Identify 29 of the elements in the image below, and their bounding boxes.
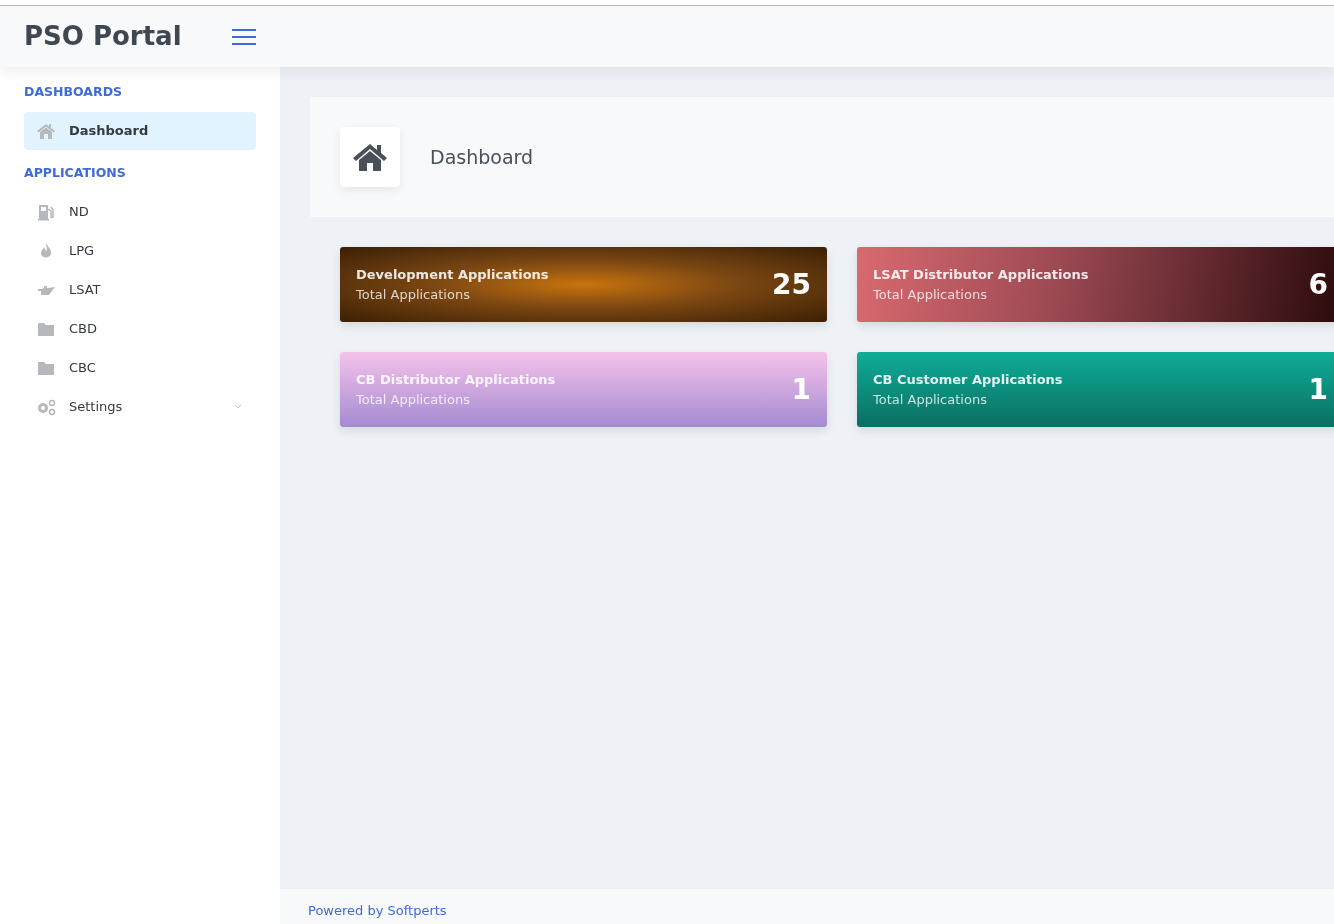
- card-title: LSAT Distributor Applications: [873, 266, 1089, 284]
- sidebar-item[interactable]: CBC: [24, 348, 256, 387]
- sidebar-heading: DASHBOARDS: [24, 83, 123, 101]
- card-title: CB Distributor Applications: [356, 371, 556, 389]
- sidebar-item[interactable]: Dashboard: [24, 111, 256, 150]
- card-count: 6: [1308, 266, 1328, 303]
- fuel-pump-icon: [36, 202, 56, 221]
- card-count: 1: [1308, 371, 1328, 408]
- brand-title: PSO Portal: [23, 20, 183, 53]
- footer-link[interactable]: Powered by Softperts: [308, 903, 447, 918]
- gears-icon: [36, 397, 56, 416]
- card-title: Development Applications: [356, 266, 549, 284]
- sidebar-item[interactable]: LSAT: [24, 270, 256, 309]
- card-subtitle: Total Applications: [356, 390, 471, 409]
- sidebar-item[interactable]: LPG: [24, 231, 256, 270]
- card-subtitle: Total Applications: [356, 285, 471, 304]
- menu-icon[interactable]: [232, 28, 256, 45]
- card-count: 25: [772, 266, 811, 303]
- sidebar-item[interactable]: ND: [24, 192, 256, 231]
- sidebar-item[interactable]: CBD: [24, 309, 256, 348]
- sidebar-item[interactable]: Settings: [24, 387, 256, 426]
- home-icon: [352, 142, 388, 172]
- page-title: Dashboard: [430, 144, 534, 170]
- home-icon: [36, 121, 56, 140]
- card-title: CB Customer Applications: [873, 371, 1063, 389]
- card-count: 1: [791, 371, 811, 408]
- card-subtitle: Total Applications: [873, 390, 988, 409]
- card-subtitle: Total Applications: [873, 285, 988, 304]
- sidebar-heading: APPLICATIONS: [24, 163, 127, 182]
